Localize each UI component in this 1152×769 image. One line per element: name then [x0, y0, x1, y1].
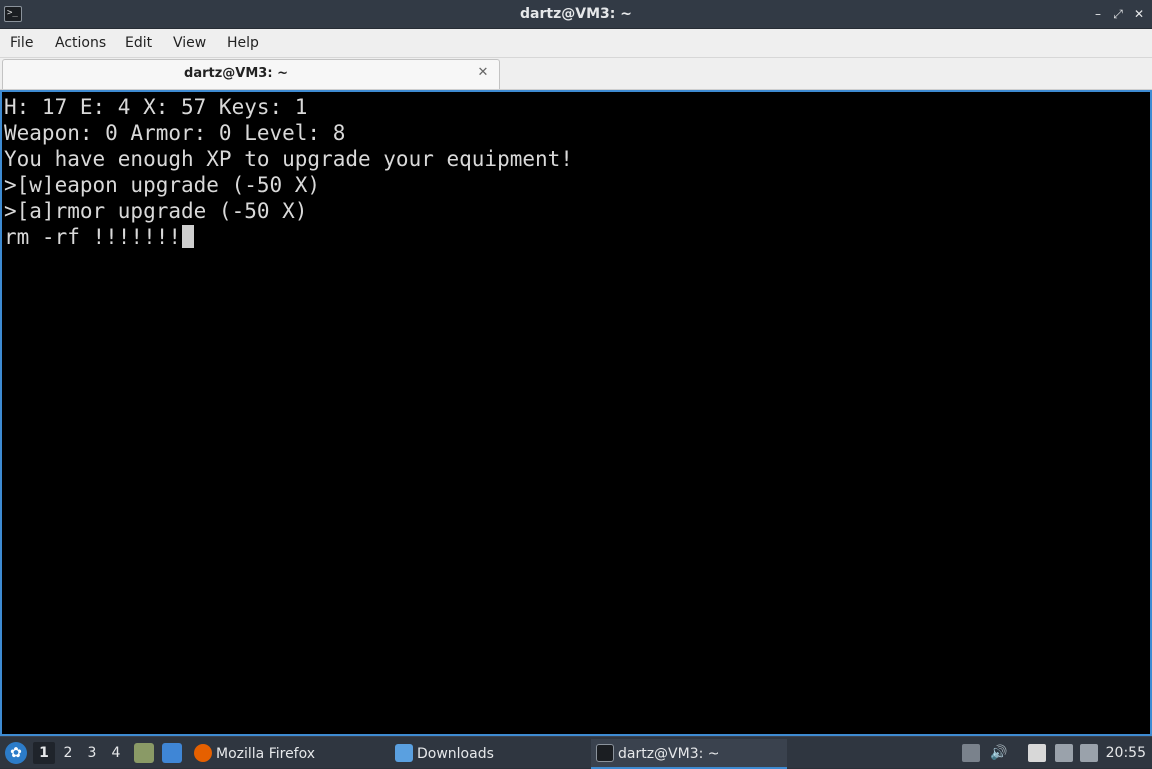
terminal-icon — [596, 744, 614, 762]
terminal-input-text: rm -rf !!!!!!! — [4, 225, 182, 249]
maximize-icon[interactable]: ⤢ — [1110, 6, 1126, 22]
task-terminal-label: dartz@VM3: ~ — [618, 746, 720, 762]
tab-terminal[interactable]: dartz@VM3: ~ ✕ — [2, 59, 500, 89]
minimize-icon[interactable]: – — [1090, 6, 1106, 22]
terminal-line-equipment: Weapon: 0 Armor: 0 Level: 8 — [4, 121, 346, 145]
menu-file[interactable]: File — [10, 29, 33, 57]
terminal-cursor — [182, 225, 195, 248]
start-menu-icon[interactable]: ✿ — [5, 742, 27, 764]
workspace-2[interactable]: 2 — [57, 742, 79, 764]
file-manager-launcher-icon[interactable] — [134, 743, 154, 763]
window-titlebar[interactable]: >_ dartz@VM3: ~ – ⤢ ✕ — [0, 0, 1152, 29]
workspace-4[interactable]: 4 — [105, 742, 127, 764]
tab-bar: dartz@VM3: ~ ✕ — [0, 58, 1152, 90]
terminal-line-stats: H: 17 E: 4 X: 57 Keys: 1 — [4, 95, 308, 119]
task-firefox-label: Mozilla Firefox — [216, 746, 316, 762]
menu-help[interactable]: Help — [227, 29, 259, 57]
firefox-icon — [194, 744, 212, 762]
display-icon[interactable] — [1055, 744, 1073, 762]
close-icon[interactable]: ✕ — [1131, 6, 1147, 22]
task-terminal[interactable]: dartz@VM3: ~ — [591, 739, 787, 769]
network-icon[interactable] — [1080, 744, 1098, 762]
window-title: dartz@VM3: ~ — [520, 6, 632, 22]
menu-actions[interactable]: Actions — [55, 29, 106, 57]
menu-view[interactable]: View — [173, 29, 206, 57]
tab-label: dartz@VM3: ~ — [184, 66, 288, 81]
clipboard-icon[interactable] — [1028, 744, 1046, 762]
volume-icon[interactable]: 🔊 — [990, 744, 1008, 762]
task-downloads-label: Downloads — [417, 746, 494, 762]
folder-icon — [395, 744, 413, 762]
menu-edit[interactable]: Edit — [125, 29, 152, 57]
terminal-line-option-weapon: >[w]eapon upgrade (-50 X) — [4, 173, 321, 197]
task-firefox[interactable]: Mozilla Firefox — [194, 739, 384, 769]
tab-close-icon[interactable]: ✕ — [475, 65, 491, 81]
terminal-line-message: You have enough XP to upgrade your equip… — [4, 147, 573, 171]
show-desktop-icon[interactable] — [162, 743, 182, 763]
clock[interactable]: 20:55 — [1106, 737, 1146, 769]
menu-bar: File Actions Edit View Help — [0, 29, 1152, 58]
workspace-3[interactable]: 3 — [81, 742, 103, 764]
tray-arrow-icon[interactable] — [962, 744, 980, 762]
terminal-line-option-armor: >[a]rmor upgrade (-50 X) — [4, 199, 308, 223]
terminal-line-input[interactable]: rm -rf !!!!!!! — [4, 224, 1150, 250]
terminal-view[interactable]: H: 17 E: 4 X: 57 Keys: 1 Weapon: 0 Armor… — [0, 90, 1152, 736]
task-downloads[interactable]: Downloads — [395, 739, 585, 769]
workspace-1[interactable]: 1 — [33, 742, 55, 764]
taskbar: ✿ 1 2 3 4 Mozilla Firefox Downloads dart… — [0, 736, 1152, 769]
